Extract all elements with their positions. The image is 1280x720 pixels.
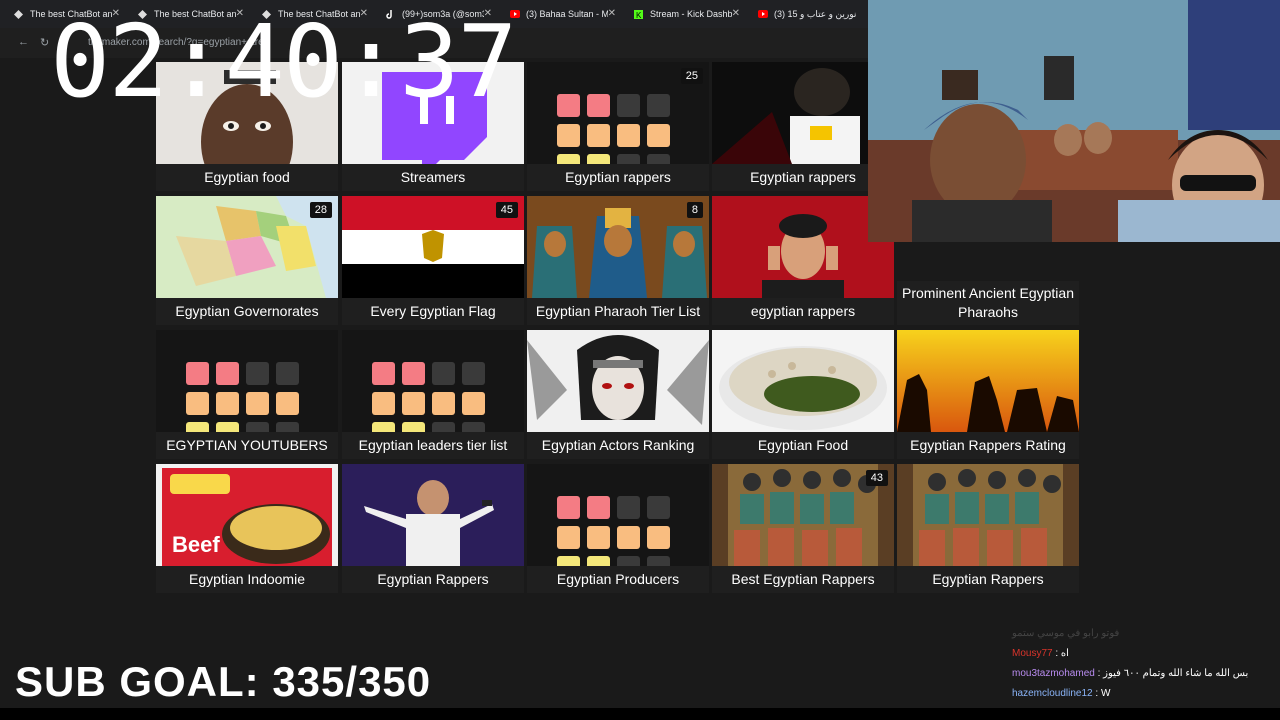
tierlist-card[interactable]: Beef Egyptian Indoomie <box>156 464 338 593</box>
chat-message: Mousy77 : اه <box>1012 648 1069 659</box>
card-label: Egyptian Rappers <box>342 566 524 593</box>
card-thumbnail: Beef <box>156 464 338 566</box>
card-thumbnail <box>897 464 1079 566</box>
chatbot-icon <box>14 9 23 19</box>
card-thumbnail <box>342 330 524 445</box>
tierlist-card[interactable]: 25 Egyptian rappers <box>527 62 709 191</box>
youtube-icon <box>758 9 768 19</box>
card-label: Every Egyptian Flag <box>342 298 524 325</box>
chat-overlay: فوتو رابو في موسي ستمو Mousy77 : اه mou3… <box>1012 624 1272 704</box>
chat-message: hazemcloudline12 : W <box>1012 688 1111 699</box>
card-thumbnail <box>527 196 709 298</box>
close-icon[interactable]: ✕ <box>608 8 616 19</box>
tierlist-card[interactable]: Egyptian Rappers <box>897 464 1079 593</box>
tierlist-card[interactable]: Egyptian leaders tier list <box>342 330 524 459</box>
reload-icon[interactable]: ↻ <box>40 36 49 49</box>
card-thumbnail <box>712 330 894 432</box>
tierlist-card[interactable]: 28 Egyptian Governorates <box>156 196 338 325</box>
count-badge: 25 <box>680 68 703 84</box>
back-arrow-icon[interactable]: ← <box>18 36 29 48</box>
tierlist-card[interactable]: egyptian rappers <box>712 196 894 325</box>
bottom-bar <box>0 708 1280 720</box>
card-thumbnail <box>712 62 894 164</box>
chat-text: اه <box>1060 648 1069 659</box>
tierlist-card[interactable]: Egyptian Rappers Rating <box>897 330 1079 459</box>
card-label: Egyptian Rappers <box>897 566 1079 593</box>
close-icon[interactable]: ✕ <box>732 8 740 19</box>
card-thumbnail <box>897 330 1079 432</box>
count-badge: 45 <box>495 202 518 218</box>
tierlist-card[interactable]: 45 Every Egyptian Flag <box>342 196 524 325</box>
chat-text: بس الله ما شاء الله وتمام ٦٠٠ فيوز <box>1103 668 1249 679</box>
card-label: Egyptian rappers <box>527 164 709 191</box>
sub-goal-text: SUB GOAL: 335/350 <box>15 658 432 705</box>
chat-username: mou3tazmohamed <box>1012 668 1095 679</box>
chat-message: فوتو رابو في موسي ستمو <box>1012 624 1272 644</box>
tierlist-card[interactable]: 8 Egyptian Pharaoh Tier List <box>527 196 709 325</box>
card-label: Egyptian Food <box>712 432 894 459</box>
tierlist-card[interactable]: Egyptian Producers <box>527 464 709 593</box>
card-label: Egyptian Producers <box>527 566 709 593</box>
card-thumbnail <box>342 464 524 566</box>
tierlist-card[interactable]: Egyptian rappers <box>712 62 894 191</box>
chat-username: Mousy77 <box>1012 648 1053 659</box>
card-label: Egyptian Rappers Rating <box>897 432 1079 459</box>
card-label: Prominent Ancient Egyptian Pharaohs <box>897 281 1079 325</box>
card-label: Egyptian leaders tier list <box>342 432 524 459</box>
tierlist-card[interactable]: Egyptian Food <box>712 330 894 459</box>
card-label: Best Egyptian Rappers <box>712 566 894 593</box>
card-thumbnail <box>527 464 709 579</box>
tierlist-card[interactable]: EGYPTIAN YOUTUBERS <box>156 330 338 459</box>
card-thumbnail <box>712 196 894 298</box>
card-thumbnail <box>527 330 709 432</box>
chat-message: mou3tazmohamed : بس الله ما شاء الله وتم… <box>1012 668 1249 679</box>
count-badge: 43 <box>865 470 888 486</box>
webcam-overlay <box>868 0 1280 242</box>
kick-icon: K <box>634 9 643 20</box>
stream-clock: 02:40:37 <box>50 3 518 120</box>
card-label: Egyptian Indoomie <box>156 566 338 593</box>
tierlist-card[interactable]: Egyptian Rappers <box>342 464 524 593</box>
browser-tab[interactable]: (3) نورين و عتاب و 15 <box>744 0 868 28</box>
tierlist-card[interactable]: Egyptian Actors Ranking <box>527 330 709 459</box>
card-label: Egyptian rappers <box>712 164 894 191</box>
chat-username: hazemcloudline12 <box>1012 688 1093 699</box>
card-label: Streamers <box>342 164 524 191</box>
count-badge: 28 <box>309 202 332 218</box>
chat-text: W <box>1100 688 1111 699</box>
tierlist-card[interactable]: 43 Best Egyptian Rappers <box>712 464 894 593</box>
chat-text: فوتو رابو في موسي ستمو <box>1012 628 1120 639</box>
count-badge: 8 <box>686 202 703 218</box>
svg-text:K: K <box>636 11 642 19</box>
webcam-feed <box>868 0 1280 242</box>
browser-tab[interactable]: K Stream - Kick Dashbo ✕ <box>620 0 744 28</box>
card-label: EGYPTIAN YOUTUBERS <box>156 432 338 459</box>
card-label: Egyptian Actors Ranking <box>527 432 709 459</box>
card-label: Egyptian Governorates <box>156 298 338 325</box>
card-label: egyptian rappers <box>712 298 894 325</box>
card-label: Egyptian food <box>156 164 338 191</box>
svg-text:Beef: Beef <box>172 532 220 557</box>
card-label: Egyptian Pharaoh Tier List <box>527 298 709 325</box>
card-thumbnail <box>156 330 338 445</box>
